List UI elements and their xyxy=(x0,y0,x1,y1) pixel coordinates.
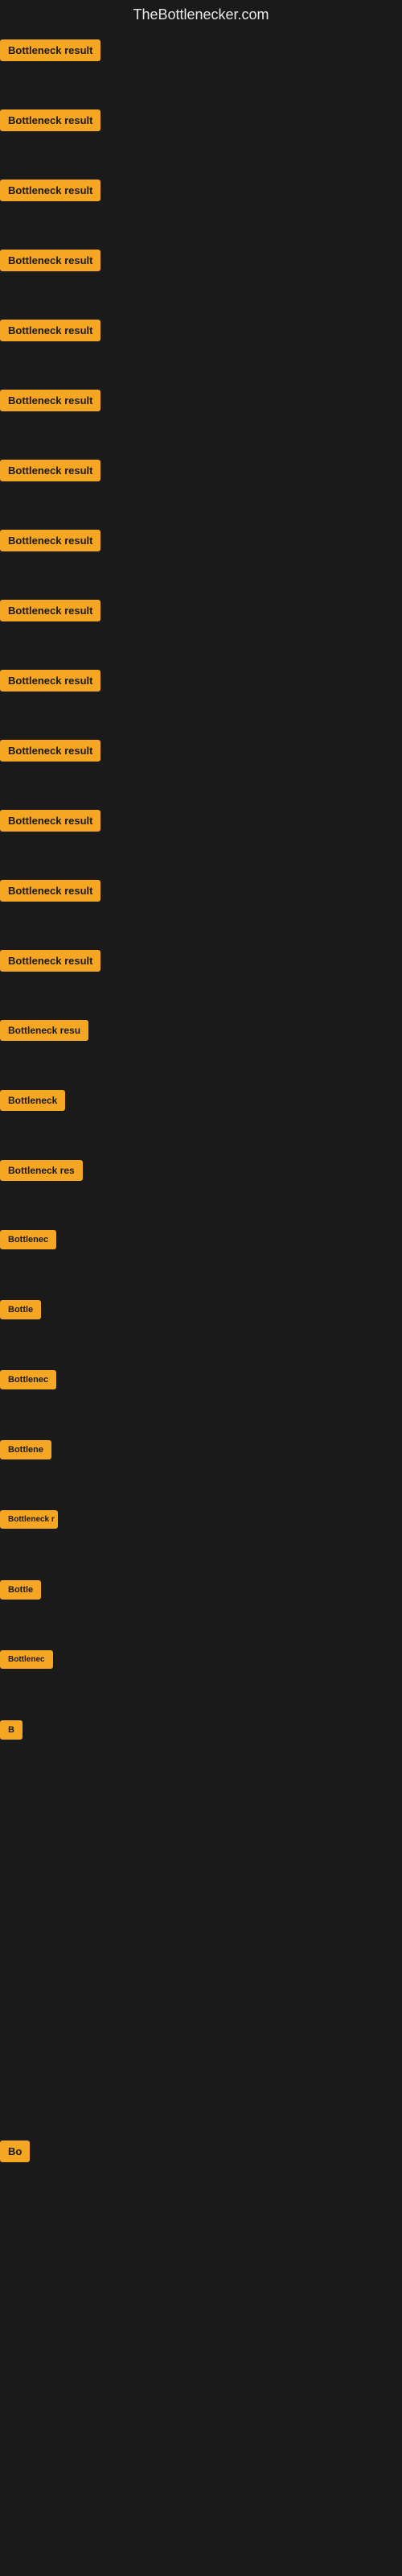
bottleneck-row-33 xyxy=(0,2344,402,2414)
bottleneck-row-17: Bottlenec xyxy=(0,1224,402,1294)
bottleneck-row-26 xyxy=(0,1854,402,1924)
bottleneck-row-8: Bottleneck result xyxy=(0,593,402,663)
bottleneck-badge-9[interactable]: Bottleneck result xyxy=(0,670,100,691)
bottleneck-row-2: Bottleneck result xyxy=(0,173,402,243)
bottleneck-row-3: Bottleneck result xyxy=(0,243,402,313)
bottleneck-row-32 xyxy=(0,2274,402,2344)
bottleneck-badge-0[interactable]: Bottleneck result xyxy=(0,39,100,61)
bottleneck-badge-1[interactable]: Bottleneck result xyxy=(0,109,100,131)
bottleneck-row-18: Bottle xyxy=(0,1294,402,1364)
page-container: TheBottlenecker.com Bottleneck resultBot… xyxy=(0,0,402,2554)
bottleneck-row-0: Bottleneck result xyxy=(0,33,402,103)
bottleneck-row-14: Bottleneck resu xyxy=(0,1013,402,1084)
bottleneck-row-25 xyxy=(0,1784,402,1854)
bottleneck-row-12: Bottleneck result xyxy=(0,873,402,943)
bottleneck-badge-30[interactable]: Bo xyxy=(0,2140,30,2162)
bottleneck-row-19: Bottlenec xyxy=(0,1364,402,1434)
bottleneck-badge-15[interactable]: Bottleneck xyxy=(0,1090,65,1111)
bottleneck-row-6: Bottleneck result xyxy=(0,453,402,523)
bottleneck-badge-24[interactable]: B xyxy=(0,1720,23,1740)
bottleneck-row-31 xyxy=(0,2204,402,2274)
bottleneck-badge-14[interactable]: Bottleneck resu xyxy=(0,1020,88,1041)
bottleneck-row-34 xyxy=(0,2414,402,2484)
bottleneck-row-20: Bottlene xyxy=(0,1434,402,1504)
bottleneck-badge-23[interactable]: Bottlenec xyxy=(0,1650,53,1669)
bottleneck-row-27 xyxy=(0,1924,402,1994)
site-title: TheBottlenecker.com xyxy=(0,0,402,33)
bottleneck-row-13: Bottleneck result xyxy=(0,943,402,1013)
bottleneck-row-28 xyxy=(0,1994,402,2064)
bottleneck-badge-3[interactable]: Bottleneck result xyxy=(0,250,100,271)
bottleneck-badge-21[interactable]: Bottleneck r xyxy=(0,1510,58,1529)
bottleneck-badge-22[interactable]: Bottle xyxy=(0,1580,41,1600)
bottleneck-badge-12[interactable]: Bottleneck result xyxy=(0,880,100,902)
bottleneck-row-5: Bottleneck result xyxy=(0,383,402,453)
bottleneck-badge-11[interactable]: Bottleneck result xyxy=(0,810,100,832)
bottleneck-list: Bottleneck result Bottleneck result Bottle… xyxy=(0,33,402,2554)
bottleneck-badge-8[interactable]: Bottleneck result xyxy=(0,600,100,621)
bottleneck-row-16: Bottleneck res xyxy=(0,1154,402,1224)
bottleneck-row-30: Bo xyxy=(0,2134,402,2204)
bottleneck-badge-19[interactable]: Bottlenec xyxy=(0,1370,56,1389)
bottleneck-badge-18[interactable]: Bottle xyxy=(0,1300,41,1319)
bottleneck-badge-2[interactable]: Bottleneck result xyxy=(0,180,100,201)
bottleneck-badge-13[interactable]: Bottleneck result xyxy=(0,950,100,972)
bottleneck-row-7: Bottleneck result xyxy=(0,523,402,593)
bottleneck-badge-6[interactable]: Bottleneck result xyxy=(0,460,100,481)
bottleneck-row-10: Bottleneck result xyxy=(0,733,402,803)
bottleneck-row-1: Bottleneck result xyxy=(0,103,402,173)
bottleneck-badge-10[interactable]: Bottleneck result xyxy=(0,740,100,762)
bottleneck-row-29 xyxy=(0,2064,402,2134)
bottleneck-badge-4[interactable]: Bottleneck result xyxy=(0,320,100,341)
bottleneck-row-11: Bottleneck result xyxy=(0,803,402,873)
bottleneck-row-35 xyxy=(0,2484,402,2554)
bottleneck-row-24: B xyxy=(0,1714,402,1784)
bottleneck-row-21: Bottleneck r xyxy=(0,1504,402,1574)
bottleneck-row-4: Bottleneck result xyxy=(0,313,402,383)
bottleneck-row-23: Bottlenec xyxy=(0,1644,402,1714)
bottleneck-badge-7[interactable]: Bottleneck result xyxy=(0,530,100,551)
bottleneck-badge-16[interactable]: Bottleneck res xyxy=(0,1160,83,1181)
bottleneck-row-9: Bottleneck result xyxy=(0,663,402,733)
bottleneck-row-22: Bottle xyxy=(0,1574,402,1644)
bottleneck-badge-5[interactable]: Bottleneck result xyxy=(0,390,100,411)
bottleneck-badge-17[interactable]: Bottlenec xyxy=(0,1230,56,1249)
bottleneck-badge-20[interactable]: Bottlene xyxy=(0,1440,51,1459)
bottleneck-row-15: Bottleneck xyxy=(0,1084,402,1154)
